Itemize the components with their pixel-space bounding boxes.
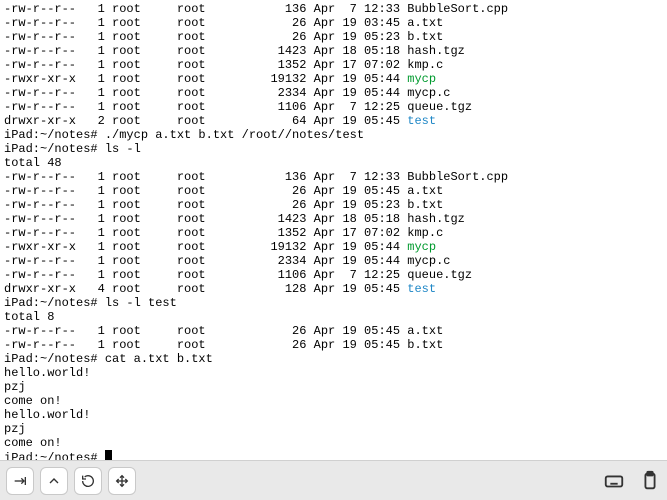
cat-output-line: pzj bbox=[4, 422, 663, 436]
ls-row: -rw-r--r-- 1 root root 1423 Apr 18 05:18… bbox=[4, 212, 663, 226]
ls-row: drwxr-xr-x 4 root root 128 Apr 19 05:45 … bbox=[4, 282, 663, 296]
ls-row: -rw-r--r-- 1 root root 1352 Apr 17 07:02… bbox=[4, 226, 663, 240]
cat-output-line: hello.world! bbox=[4, 366, 663, 380]
ls-row: -rw-r--r-- 1 root root 26 Apr 19 05:23 b… bbox=[4, 30, 663, 44]
ls-row: -rw-r--r-- 1 root root 1352 Apr 17 07:02… bbox=[4, 58, 663, 72]
ls-row: -rw-r--r-- 1 root root 2334 Apr 19 05:44… bbox=[4, 254, 663, 268]
ls-row: -rw-r--r-- 1 root root 26 Apr 19 05:23 b… bbox=[4, 198, 663, 212]
ls-row: -rwxr-xr-x 1 root root 19132 Apr 19 05:4… bbox=[4, 240, 663, 254]
ls-row: -rw-r--r-- 1 root root 26 Apr 19 05:45 b… bbox=[4, 338, 663, 352]
clipboard-icon[interactable] bbox=[639, 470, 661, 492]
prompt-line: iPad:~/notes# cat a.txt b.txt bbox=[4, 352, 663, 366]
prompt-line: iPad:~/notes# ls -l test bbox=[4, 296, 663, 310]
ls-total: total 48 bbox=[4, 156, 663, 170]
ls-row: -rw-r--r-- 1 root root 1106 Apr 7 12:25 … bbox=[4, 100, 663, 114]
prompt-line: iPad:~/notes# ./mycp a.txt b.txt /root//… bbox=[4, 128, 663, 142]
prompt-line: iPad:~/notes# ls -l bbox=[4, 142, 663, 156]
ls-row: -rw-r--r-- 1 root root 1106 Apr 7 12:25 … bbox=[4, 268, 663, 282]
ls-row: drwxr-xr-x 2 root root 64 Apr 19 05:45 t… bbox=[4, 114, 663, 128]
ls-row: -rw-r--r-- 1 root root 1423 Apr 18 05:18… bbox=[4, 44, 663, 58]
ls-row: -rw-r--r-- 1 root root 26 Apr 19 03:45 a… bbox=[4, 16, 663, 30]
ls-row: -rw-r--r-- 1 root root 2334 Apr 19 05:44… bbox=[4, 86, 663, 100]
ls-row: -rw-r--r-- 1 root root 26 Apr 19 05:45 a… bbox=[4, 184, 663, 198]
arrows-key-button[interactable] bbox=[108, 467, 136, 495]
ls-total: total 8 bbox=[4, 310, 663, 324]
keyboard-toolbar bbox=[0, 460, 667, 500]
ctrl-key-button[interactable] bbox=[40, 467, 68, 495]
cat-output-line: hello.world! bbox=[4, 408, 663, 422]
cat-output-line: pzj bbox=[4, 380, 663, 394]
prompt-current[interactable]: iPad:~/notes# bbox=[4, 450, 663, 460]
ls-row: -rw-r--r-- 1 root root 136 Apr 7 12:33 B… bbox=[4, 170, 663, 184]
ls-row: -rwxr-xr-x 1 root root 19132 Apr 19 05:4… bbox=[4, 72, 663, 86]
cat-output-line: come on! bbox=[4, 394, 663, 408]
cat-output-line: come on! bbox=[4, 436, 663, 450]
ls-row: -rw-r--r-- 1 root root 26 Apr 19 05:45 a… bbox=[4, 324, 663, 338]
ls-row: -rw-r--r-- 1 root root 136 Apr 7 12:33 B… bbox=[4, 2, 663, 16]
cursor bbox=[105, 450, 112, 460]
terminal-output[interactable]: -rw-r--r-- 1 root root 136 Apr 7 12:33 B… bbox=[0, 0, 667, 460]
tab-key-button[interactable] bbox=[6, 467, 34, 495]
history-button[interactable] bbox=[74, 467, 102, 495]
keyboard-icon[interactable] bbox=[603, 470, 625, 492]
